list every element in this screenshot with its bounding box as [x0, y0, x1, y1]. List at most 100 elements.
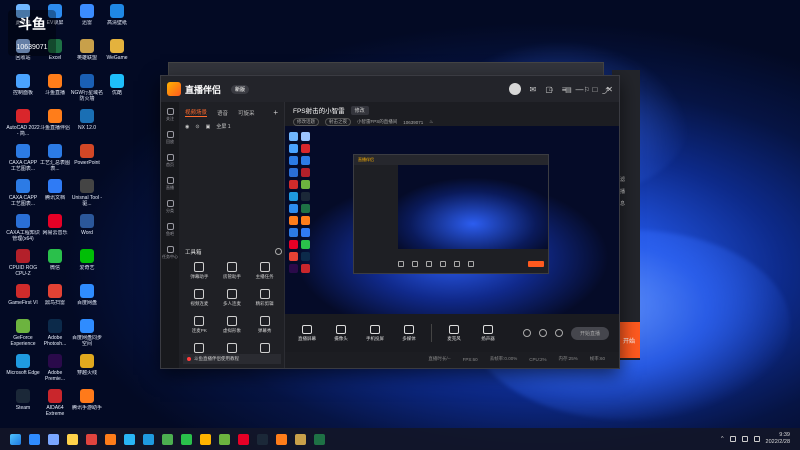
record-icon[interactable] — [523, 329, 531, 337]
nav-item-category[interactable]: 分类 — [166, 200, 174, 214]
desktop-icon[interactable]: 控制面板 — [6, 74, 40, 96]
scene-row[interactable]: ◉ ⊙ ▣ 全屏 1 — [179, 120, 284, 133]
tool-item[interactable]: 视频连麦 — [183, 289, 216, 307]
taskbar-app-icon[interactable] — [200, 433, 211, 445]
windows-start-icon[interactable] — [10, 433, 21, 445]
tool-item[interactable]: 多人连麦 — [216, 289, 249, 307]
media-button[interactable]: 多媒体 — [397, 324, 421, 342]
desktop-icon[interactable]: 微信 — [38, 249, 72, 271]
lock-icon[interactable]: ⊙ — [195, 124, 199, 130]
clock[interactable]: 9:39 2022/2/28 — [766, 432, 790, 446]
desktop-icon[interactable]: Word — [70, 214, 104, 236]
nav-item-replay[interactable]: 回放 — [166, 131, 174, 145]
gift-icon[interactable]: ⌂ — [549, 86, 553, 96]
tool-item[interactable]: 房管助手 — [216, 262, 249, 280]
desktop-icon[interactable]: AIDA64 Extreme — [38, 389, 72, 417]
camera-button[interactable]: 摄像头 — [329, 324, 353, 342]
tutorial-notice[interactable]: 斗鱼直播伴侣使用教程 — [183, 354, 281, 364]
taskbar-app-icon[interactable] — [295, 433, 306, 445]
desktop-icon[interactable]: 斗鱼直播伴侣 — [38, 109, 72, 131]
taskbar-app-icon[interactable] — [29, 433, 40, 445]
nav-item-follow[interactable]: 关注 — [166, 108, 174, 122]
desktop-icon[interactable]: CAXA CAPP 工艺图表... — [6, 179, 40, 207]
add-scene-button[interactable]: + — [273, 108, 278, 117]
tool-item[interactable]: 虚拟形象 — [216, 316, 249, 334]
tool-item[interactable]: 主播任务 — [248, 262, 281, 280]
taskbar-app-icon[interactable] — [162, 433, 173, 445]
taskbar-app-icon[interactable] — [105, 433, 116, 445]
taskbar-app-icon[interactable] — [181, 433, 192, 445]
taskbar-app-icon[interactable] — [257, 433, 268, 445]
desktop-icon[interactable]: 迅雷 — [70, 4, 104, 26]
box-icon[interactable]: ▤ — [565, 86, 572, 96]
taskbar-app-icon[interactable] — [238, 433, 249, 445]
screen-capture-button[interactable]: 直播屏幕 — [295, 324, 319, 342]
desktop-icon[interactable]: 鼎鸟扫雷 — [38, 284, 72, 306]
network-icon[interactable] — [729, 436, 736, 442]
desktop-icon[interactable]: CAXA CAPP 工艺图表... — [6, 144, 40, 172]
eye-icon[interactable]: ◉ — [185, 124, 189, 130]
taskbar-app-icon[interactable] — [143, 433, 154, 445]
desktop-icon[interactable]: NGW行星域名防火墙 — [70, 74, 104, 102]
clip-icon[interactable] — [539, 329, 547, 337]
desktop-icon[interactable]: CPUID ROG CPU-Z — [6, 249, 40, 277]
nav-item-home[interactable]: 首页 — [166, 154, 174, 168]
taskbar-app-icon[interactable] — [86, 433, 97, 445]
desktop-icon[interactable]: 腾讯手游助手 — [70, 389, 104, 411]
tab-voice[interactable]: 语音 — [217, 109, 228, 117]
tab-video-scene[interactable]: 视频场景 — [185, 108, 208, 117]
battery-icon[interactable] — [753, 436, 760, 442]
taskbar-app-icon[interactable] — [48, 433, 59, 445]
taskbar-app-icon[interactable] — [124, 433, 135, 445]
settings-icon[interactable] — [275, 248, 282, 255]
desktop-icon[interactable]: NX 12.0 — [70, 109, 104, 131]
taskbar-app-icon[interactable] — [67, 433, 78, 445]
microphone-button[interactable]: 麦克风 — [442, 324, 466, 342]
phone-cast-button[interactable]: 手机投屏 — [363, 324, 387, 342]
desktop-icon[interactable]: 腾讯文档 — [38, 179, 72, 201]
speaker-button[interactable]: 扬声器 — [476, 324, 500, 342]
desktop-icon[interactable]: 网易云音乐 — [38, 214, 72, 236]
mail-icon[interactable]: ✉ — [530, 85, 537, 94]
stream-preview[interactable]: 直播伴侣 — [285, 126, 619, 314]
shirt-icon[interactable]: ⚐ — [584, 86, 590, 96]
tool-item[interactable]: 连麦PK — [183, 316, 216, 334]
nav-item-fishbar[interactable]: 鱼吧 — [166, 223, 174, 237]
avatar[interactable] — [508, 83, 521, 95]
version-badge[interactable]: 新版 — [231, 84, 250, 94]
desktop-icon[interactable]: 百度网盘同步空间 — [70, 319, 104, 347]
desktop-icon[interactable]: GeForce Experience — [6, 319, 40, 347]
volume-icon[interactable] — [741, 436, 748, 442]
nav-item-tasks[interactable]: 任务中心 — [162, 246, 178, 260]
desktop-icon[interactable]: Unisnal Tool - 驱... — [70, 179, 104, 207]
desktop-icon[interactable]: Steam — [6, 389, 40, 411]
start-live-button[interactable]: 开始直播 — [571, 326, 609, 340]
desktop-icon[interactable]: 百度网盘 — [70, 284, 104, 306]
nav-item-live[interactable]: 直播 — [166, 177, 174, 191]
desktop-icon[interactable]: 高清壁纸 — [100, 4, 134, 26]
desktop-icon[interactable]: CAXA工程知识管理(x64) — [6, 214, 40, 242]
side-start-button[interactable]: 开始 — [618, 322, 640, 358]
taskbar-app-icon[interactable] — [314, 433, 325, 445]
taskbar-app-icon[interactable] — [276, 433, 287, 445]
taskbar-app-icon[interactable] — [219, 433, 230, 445]
desktop-icon[interactable]: PowerPoint — [70, 144, 104, 166]
tool-item[interactable]: 弹幕助手 — [183, 262, 216, 280]
topic-pill[interactable]: 修改话题 — [293, 118, 319, 126]
desktop-icon[interactable]: WeGame — [100, 39, 134, 61]
desktop-icon[interactable]: Adobe Photosh... — [38, 319, 72, 347]
chevron-up-icon[interactable]: ^ — [721, 436, 724, 442]
share-icon[interactable]: ⤴ — [602, 86, 609, 96]
tab-capture[interactable]: 可旋采 — [238, 109, 255, 117]
desktop-icon[interactable]: 斗鱼直播 — [38, 74, 72, 96]
desktop-icon[interactable]: Microsoft Edge — [6, 354, 40, 376]
desktop-icon[interactable]: AutoCAD 2022 - 简... — [6, 109, 40, 137]
tool-item[interactable]: 精彩剪辑 — [248, 289, 281, 307]
desktop-icon[interactable]: 英雄联盟 — [70, 39, 104, 61]
edit-title-button[interactable]: 修改 — [350, 105, 369, 115]
tool-item[interactable]: 弹幕秀 — [248, 316, 281, 334]
desktop-icon[interactable]: Adobe Premie... — [38, 354, 72, 382]
desktop-icon[interactable]: GameFirst VI — [6, 284, 40, 306]
desktop-icon[interactable]: 工艺汇总表图表... — [38, 144, 72, 172]
gear-icon[interactable] — [555, 329, 563, 337]
